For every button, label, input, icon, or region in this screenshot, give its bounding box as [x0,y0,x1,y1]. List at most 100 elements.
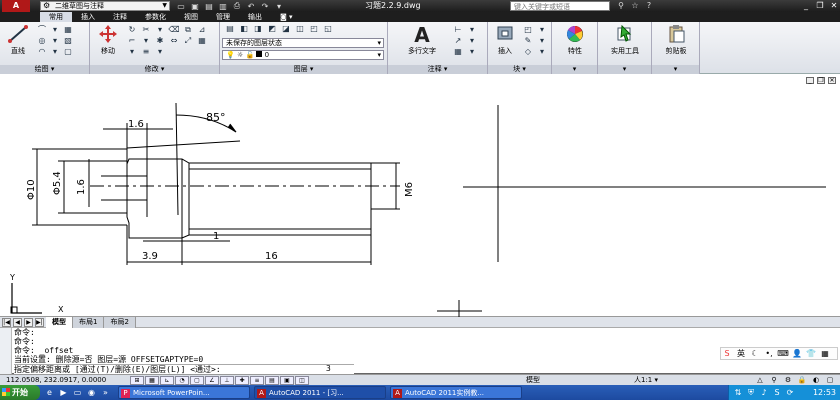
annotate-dropdown-icon[interactable]: ▾ [466,47,478,57]
task-powerpoint[interactable]: P Microsoft PowerPoin... [118,386,250,399]
save-icon[interactable]: ▤ [204,2,214,11]
fullscreen-icon[interactable]: ▢ [824,376,836,385]
tab-view[interactable]: 视图 [175,12,207,22]
command-input[interactable]: 3 [326,364,348,374]
layer-properties-icon[interactable]: ▤ [224,24,236,34]
linear-dim-icon[interactable]: ⊢ [452,25,464,35]
sc-icon[interactable]: ◫ [295,376,309,385]
ducs-icon[interactable]: ⊥ [220,376,234,385]
layer-icon[interactable]: ◩ [266,24,278,34]
rotate-icon[interactable]: ↻ [126,25,138,35]
array-icon[interactable]: ▦ [196,36,208,46]
workspace-switch-icon[interactable]: ⚙ [782,376,794,385]
app-icon[interactable]: ◉ [86,387,97,398]
edit-block-icon[interactable]: ✎ [522,36,534,46]
start-button[interactable]: 开始 [0,385,40,400]
dyn-icon[interactable]: ✚ [235,376,249,385]
grid-icon[interactable]: ▦ [819,349,831,358]
tpy-icon[interactable]: ▤ [265,376,279,385]
circle-icon[interactable]: ◎ [36,36,48,46]
shield-icon[interactable]: ⛨ [746,387,756,398]
insert-button[interactable]: 插入 [490,24,520,56]
panel-utilities-title[interactable]: ▾ [598,65,651,74]
grid-icon[interactable]: ▦ [145,376,159,385]
tab-insert[interactable]: 插入 [72,12,104,22]
tab-manage[interactable]: 管理 [207,12,239,22]
tab-model[interactable]: 模型 [46,317,73,328]
open-icon[interactable]: ▣ [190,2,200,11]
tab-home[interactable]: 常用 [40,12,72,22]
gradient-icon[interactable]: ▧ [62,36,74,46]
new-icon[interactable]: ▭ [176,2,186,11]
line-button[interactable]: 直线 [4,24,32,56]
arc-icon[interactable]: ◠ [36,47,48,57]
tab-layout1[interactable]: 布局1 [73,317,105,328]
last-tab-icon[interactable]: ▶| [35,318,44,327]
block-dropdown-icon[interactable]: ▾ [536,47,548,57]
more-icon[interactable]: » [100,387,111,398]
plot-icon[interactable]: ⎙ [232,1,242,11]
hatch-icon[interactable]: ▦ [62,25,74,35]
layer-icon[interactable]: ◫ [294,24,306,34]
dropdown-icon[interactable]: ▾ [274,2,284,11]
trim-icon[interactable]: ✂ [140,25,152,35]
ie-icon[interactable]: e [44,387,55,398]
region-icon[interactable]: ▢ [62,47,74,57]
block-dropdown-icon[interactable]: ▾ [536,36,548,46]
redo-icon[interactable]: ↷ [260,2,270,11]
desktop-icon[interactable]: ▭ [72,387,83,398]
draw-dropdown-icon[interactable]: ▾ [49,25,61,35]
draw-dropdown-icon[interactable]: ▾ [49,47,61,57]
ime-lang[interactable]: 英 [735,348,747,359]
shirt-icon[interactable]: 👕 [805,349,817,358]
binoculars-icon[interactable]: ⚲ [616,0,626,12]
mtext-button[interactable]: A 多行文字 [396,24,448,56]
erase-icon[interactable]: ⌫ [168,25,180,35]
layer-state-dropdown[interactable]: 未保存的图层状态 ▾ [222,38,384,48]
autoscale-icon[interactable]: ⚲ [768,376,780,385]
properties-button[interactable]: 特性 [554,24,596,56]
clipboard-button[interactable]: 剪贴板 [654,24,698,56]
next-tab-icon[interactable]: ▶ [24,318,33,327]
modify-more-icon[interactable]: ▾ [154,47,166,57]
draw-dropdown-icon[interactable]: ▾ [49,36,61,46]
create-block-icon[interactable]: ◰ [522,25,534,35]
panel-layers-title[interactable]: 图层 ▾ [220,65,387,74]
scale-icon[interactable]: ⤢ [182,36,194,46]
annotate-dropdown-icon[interactable]: ▾ [466,25,478,35]
table-icon[interactable]: ▦ [452,47,464,57]
polyline-icon[interactable]: ⌒ [36,25,48,35]
volume-icon[interactable]: ♪ [759,387,769,398]
ime-tray-icon[interactable]: S [772,387,782,398]
user-icon[interactable]: 👤 [791,349,803,358]
task-autocad-2[interactable]: A AutoCAD 2011实例教... [390,386,522,399]
first-tab-icon[interactable]: |◀ [2,318,11,327]
polar-icon[interactable]: ◔ [175,376,189,385]
workspace-dropdown[interactable]: ⚙ 二维草图与注释 ▼ [40,1,170,11]
attribute-icon[interactable]: ◇ [522,47,534,57]
isolate-icon[interactable]: ◐ [810,376,822,385]
block-dropdown-icon[interactable]: ▾ [536,25,548,35]
restore-button[interactable]: ❐ [816,0,824,12]
help-icon[interactable]: ? [644,0,654,12]
tab-output[interactable]: 输出 [239,12,271,22]
panel-annotation-title[interactable]: 注释 ▾ [388,65,487,74]
media-icon[interactable]: ▶ [58,387,69,398]
punct-icon[interactable]: •, [763,349,775,358]
mirror-icon[interactable]: ⊿ [196,25,208,35]
layer-icon[interactable]: ◧ [238,24,250,34]
layer-dropdown[interactable]: 💡 ☼ 🔓 0 ▾ [222,50,384,60]
otrack-icon[interactable]: ∠ [205,376,219,385]
lock-icon[interactable]: 🔒 [796,376,808,385]
tab-extra[interactable]: ◙ ▾ [271,12,302,22]
modify-dropdown-icon[interactable]: ▾ [154,25,166,35]
lwt-icon[interactable]: ≡ [250,376,264,385]
layer-icon[interactable]: ◪ [280,24,292,34]
star-icon[interactable]: ☆ [630,0,640,12]
copy-icon[interactable]: ⧉ [182,25,194,35]
qp-icon[interactable]: ▣ [280,376,294,385]
layer-icon[interactable]: ◱ [322,24,334,34]
tab-parametric[interactable]: 参数化 [136,12,175,22]
tab-layout2[interactable]: 布局2 [104,317,136,328]
explode-icon[interactable]: ✱ [154,36,166,46]
